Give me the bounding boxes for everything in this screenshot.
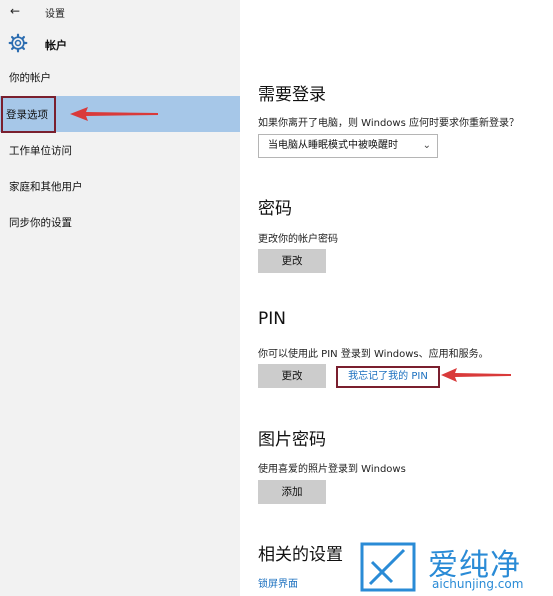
sidebar-item-label: 登录选项 [1,96,56,133]
title-bar: ← 设置 [0,0,240,24]
sidebar-item-label: 同步你的设置 [9,217,72,229]
signin-dropdown-value: 当电脑从睡眠模式中被唤醒时 [268,140,398,151]
sidebar-item-sync-settings[interactable]: 同步你的设置 [0,205,240,241]
sidebar-item-work-access[interactable]: 工作单位访问 [0,133,240,169]
pin-heading: PIN [258,309,286,329]
password-description: 更改你的帐户密码 [258,234,338,245]
signin-dropdown[interactable]: 当电脑从睡眠模式中被唤醒时 ⌄ [258,134,438,158]
sidebar-item-family-users[interactable]: 家庭和其他用户 [0,169,240,205]
lock-screen-link[interactable]: 锁屏界面 [258,575,298,590]
pin-change-button[interactable]: 更改 [258,364,326,388]
signin-heading: 需要登录 [258,85,326,105]
section-header: 帐户 [0,28,240,60]
chevron-down-icon: ⌄ [422,140,431,151]
sidebar-item-label: 家庭和其他用户 [9,181,83,193]
annotation-arrow-icon [441,368,511,382]
picture-password-description: 使用喜爱的照片登录到 Windows [258,464,406,475]
sidebar-item-your-account[interactable]: 你的帐户 [0,60,240,96]
sidebar-item-label: 你的帐户 [9,72,51,84]
password-change-button[interactable]: 更改 [258,249,326,273]
annotation-arrow-icon [70,107,158,121]
forgot-pin-link[interactable]: 我忘记了我的 PIN [336,366,440,388]
sidebar-item-label: 工作单位访问 [9,145,72,157]
picture-password-heading: 图片密码 [258,430,326,450]
section-title: 帐户 [45,39,67,52]
picture-password-add-button[interactable]: 添加 [258,480,326,504]
pin-description: 你可以使用此 PIN 登录到 Windows、应用和服务。 [258,349,489,360]
gear-icon [8,33,28,53]
sidebar: ← 设置 帐户 你的帐户 登录选项 工作单位访问 家庭和其他用户 同步你的设置 [0,0,240,596]
related-settings-heading: 相关的设置 [258,545,343,565]
signin-description: 如果你离开了电脑，则 Windows 应何时要求你重新登录？ [258,118,519,129]
back-arrow-icon[interactable]: ← [10,4,20,18]
password-heading: 密码 [258,199,292,219]
window-title: 设置 [45,9,65,20]
watermark-url: aichunjing.com [432,577,524,591]
